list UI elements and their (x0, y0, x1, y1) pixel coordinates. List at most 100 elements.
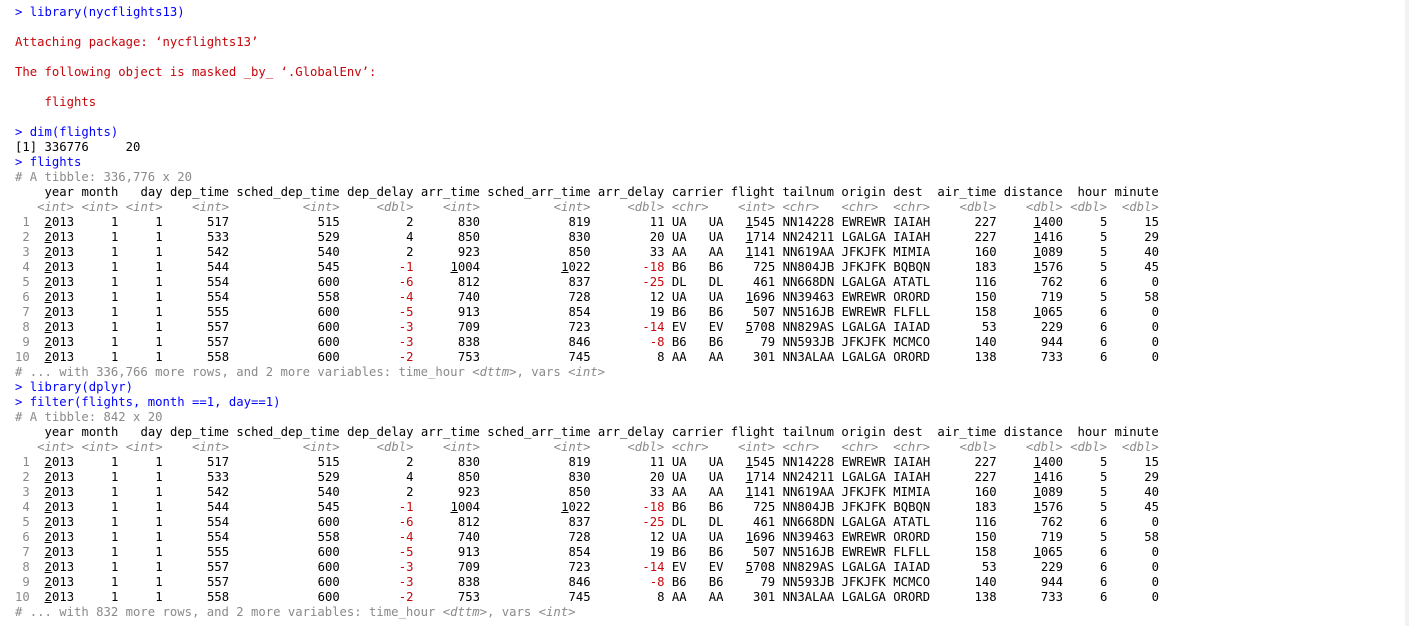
table-cell: 2013 (44, 560, 75, 574)
table-cell: MIA (908, 245, 931, 259)
column-type: <int> (236, 200, 340, 214)
table-cell: 1 (110, 485, 119, 499)
table-cell: 544 (206, 500, 230, 514)
column-header: carrier (671, 185, 724, 199)
table-cell: 33 (649, 485, 665, 499)
table-cell: UA (708, 230, 724, 244)
table-cell: N516JB (789, 305, 835, 319)
table-cell: AA (708, 245, 724, 259)
table-cell: LGA (863, 275, 886, 289)
table-cell: 1 (110, 530, 119, 544)
table-cell: 558 (206, 590, 230, 604)
table-cell: 1545 (745, 455, 776, 469)
table-cell: -5 (398, 545, 414, 559)
table-cell: 854 (568, 545, 591, 559)
table-cell: 740 (457, 290, 480, 304)
table-cell: 2013 (44, 470, 75, 484)
table-cell: 183 (974, 500, 997, 514)
table-cell: 1 (155, 515, 163, 529)
column-header: dest (893, 185, 930, 199)
table-cell: 0 (1151, 320, 1160, 334)
table-cell: 1 (155, 245, 163, 259)
table-cell: 545 (317, 500, 340, 514)
table-cell: 923 (457, 245, 480, 259)
table-cell: UA (708, 530, 724, 544)
table-cell: B6 (708, 500, 724, 514)
row-number: 1 (15, 455, 30, 469)
table-cell: FLL (908, 305, 931, 319)
table-cell: 709 (457, 320, 480, 334)
table-cell: 1 (110, 320, 119, 334)
table-cell: ORD (908, 290, 931, 304)
table-cell: 819 (568, 455, 591, 469)
r-console[interactable]: > library(nycflights13) Attaching packag… (0, 0, 1409, 626)
row-number: 7 (15, 545, 30, 559)
table-cell: 1 (110, 575, 119, 589)
table-cell: 116 (974, 275, 997, 289)
table-cell: 5708 (745, 560, 776, 574)
table-cell: 6 (1099, 335, 1108, 349)
table-cell: 1 (110, 215, 119, 229)
table-cell: -18 (642, 500, 665, 514)
footer-type: <int> (568, 365, 606, 379)
table-cell: 227 (974, 470, 997, 484)
table-cell: N3ALAA (789, 350, 835, 364)
table-cell: 507 (753, 305, 776, 319)
table-cell: 2 (406, 215, 414, 229)
table-cell: 1 (110, 230, 119, 244)
column-header: month (81, 425, 119, 439)
table-cell: JFK (863, 485, 886, 499)
table-cell: BQN (908, 260, 931, 274)
table-cell: ATL (908, 275, 931, 289)
column-type: <dbl> (597, 440, 665, 454)
table-cell: 11 (649, 455, 665, 469)
table-cell: 6 (1099, 560, 1108, 574)
table-cell: 1 (155, 215, 163, 229)
column-header: day (125, 185, 163, 199)
table-cell: N14228 (789, 215, 835, 229)
column-type: <int> (487, 440, 591, 454)
column-header: sched_dep_time (236, 185, 340, 199)
console-message: The following object is masked _by_ ‘.Gl… (15, 65, 377, 79)
table-cell: 540 (317, 245, 340, 259)
table-cell: 529 (317, 470, 340, 484)
table-cell: 0 (1151, 590, 1159, 604)
console-scrollbar[interactable] (1405, 0, 1409, 626)
table-cell: 600 (317, 545, 340, 559)
column-header: day (125, 425, 163, 439)
table-cell: -18 (642, 260, 665, 274)
table-cell: -1 (398, 260, 414, 274)
column-header: tailnum (782, 425, 835, 439)
table-cell: 1400 (1033, 215, 1064, 229)
column-header: year (37, 185, 75, 199)
table-row: 8 2013 1 1 557 600 -3 709 723 -14 EV EV … (15, 560, 1160, 574)
row-number: 9 (15, 575, 30, 589)
table-row: 10 2013 1 1 558 600 -2 753 745 8 AA AA 3… (15, 350, 1159, 364)
column-type: <dbl> (347, 200, 414, 214)
row-number: 9 (15, 335, 30, 349)
footer-type: <int> (538, 605, 576, 619)
table-cell: N804JB (789, 500, 835, 514)
command-line: > filter(flights, month ==1, day==1) (15, 395, 281, 409)
table-row: 6 2013 1 1 554 558 -4 740 728 12 UA UA 1… (15, 530, 1160, 544)
table-cell: 515 (317, 215, 340, 229)
column-header: hour (1070, 185, 1108, 199)
table-cell: N593JB (789, 575, 835, 589)
row-number: 8 (15, 560, 30, 574)
table-cell: 600 (317, 515, 340, 529)
row-number: 1 (15, 215, 30, 229)
table-cell: 0 (1151, 545, 1160, 559)
table-cell: 558 (317, 290, 340, 304)
row-number: 6 (15, 530, 30, 544)
table-cell: IAH (908, 470, 931, 484)
table-cell: -14 (642, 560, 665, 574)
column-type: <int> (37, 440, 75, 454)
table-cell: -1 (398, 500, 414, 514)
table-cell: 555 (206, 305, 230, 319)
column-header: distance (1003, 425, 1063, 439)
row-number: 10 (15, 590, 30, 604)
table-row: 2 2013 1 1 533 529 4 850 830 20 UA UA 17… (15, 230, 1160, 244)
column-type: <int> (487, 200, 591, 214)
column-header: minute (1114, 185, 1159, 199)
footer-type: <dttm> (442, 605, 488, 619)
